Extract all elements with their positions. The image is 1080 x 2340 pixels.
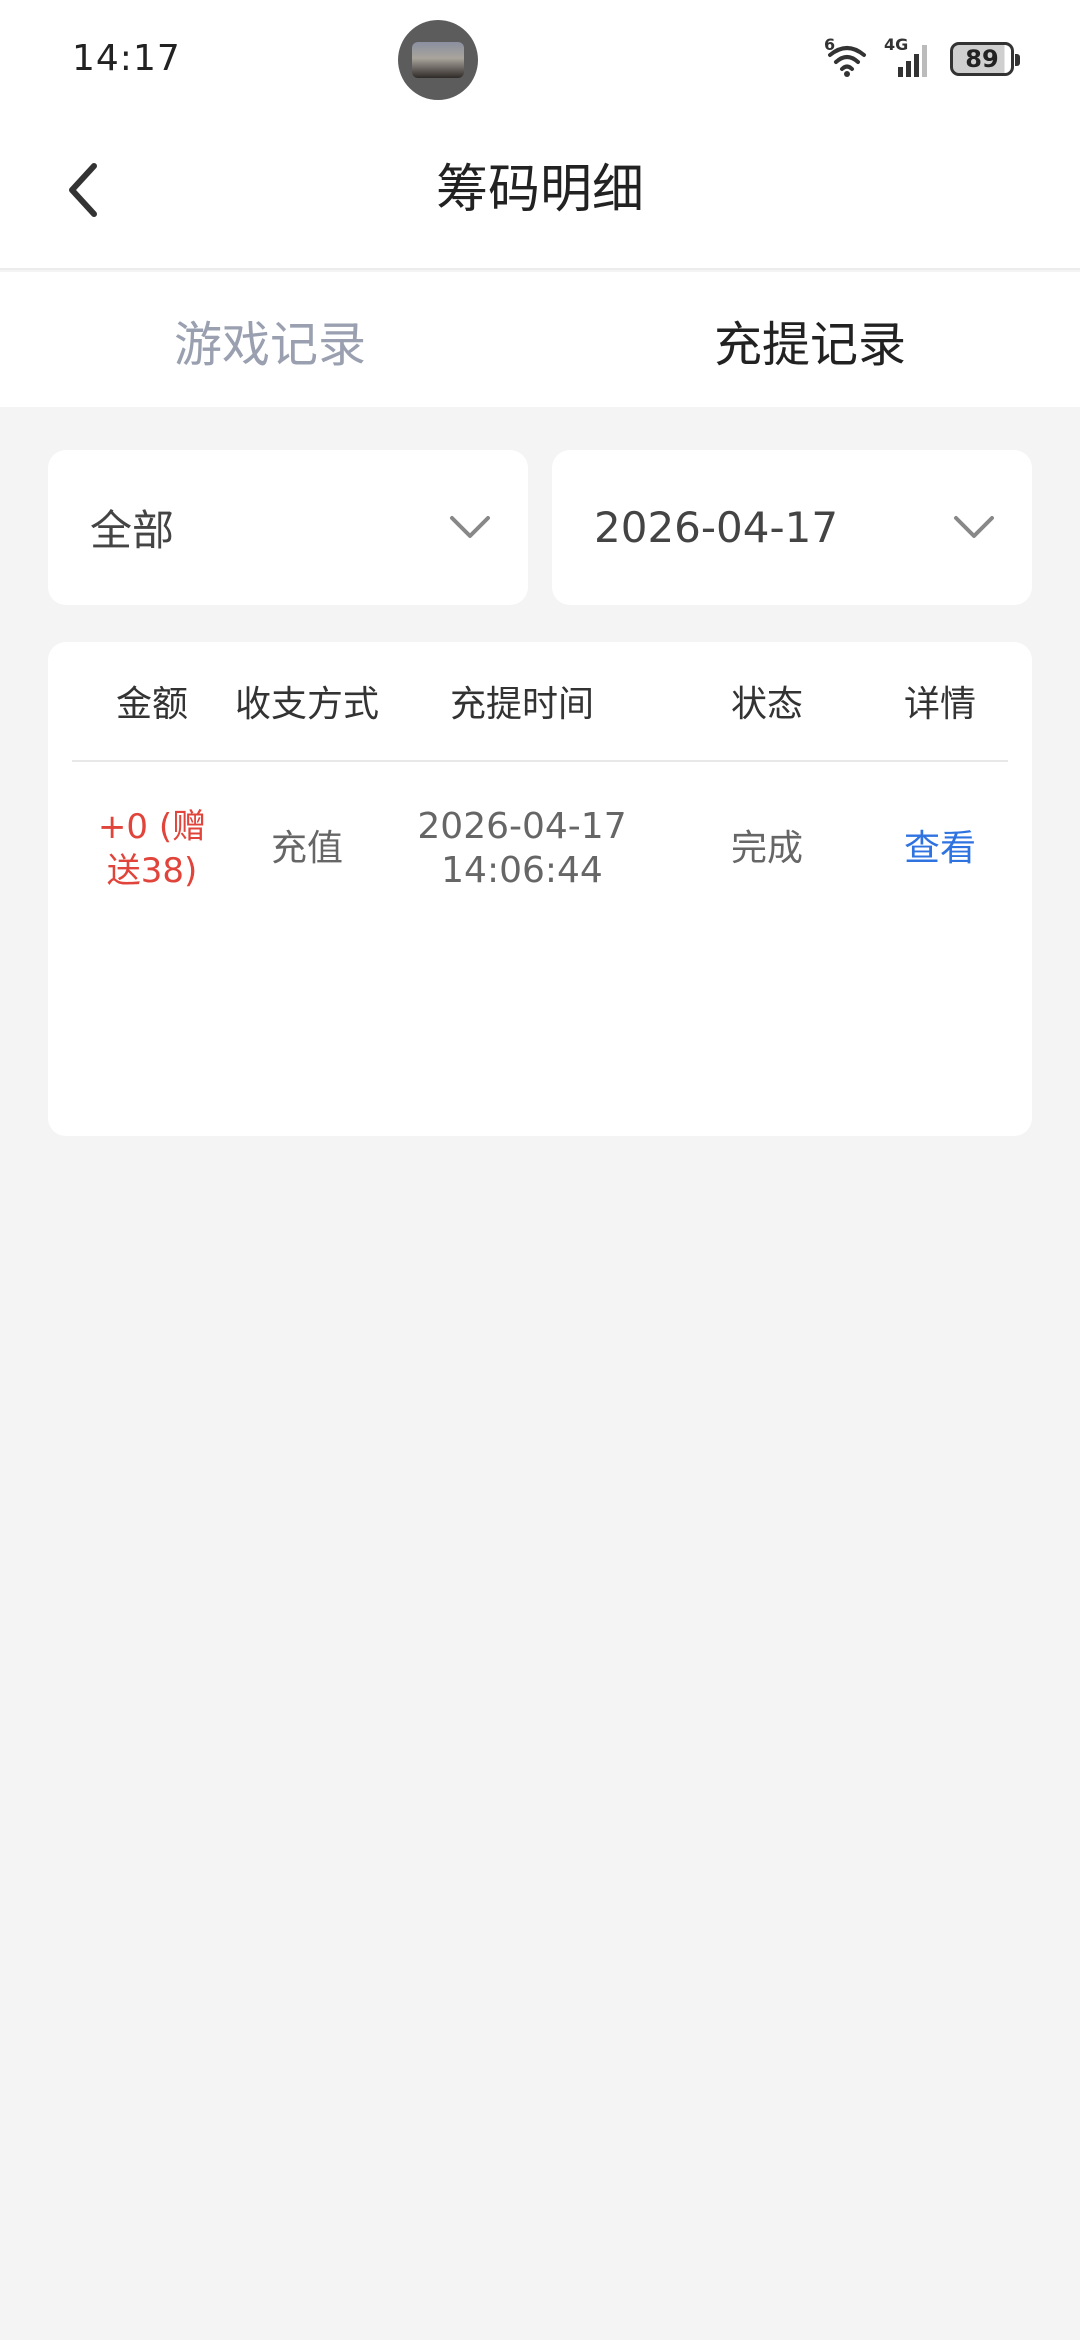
type-filter-value: 全部 <box>90 506 175 555</box>
status-time: 14:17 <box>72 38 181 79</box>
column-header-detail: 详情 <box>903 684 976 725</box>
status-bar: 14:17 6 4G 89 <box>0 0 1080 120</box>
view-detail-link[interactable]: 查看 <box>872 827 1008 871</box>
column-header-status: 状态 <box>730 684 803 725</box>
tab-game-records[interactable]: 游戏记录 <box>0 272 540 407</box>
row-amount-line1: +0 (赠 <box>97 807 207 847</box>
wifi-icon: 6 <box>824 35 870 79</box>
page-title: 筹码明细 <box>435 160 644 220</box>
type-filter-dropdown[interactable]: 全部 <box>48 450 528 605</box>
row-amount-line2: 送38) <box>106 851 198 891</box>
row-date: 2026-04-17 <box>417 806 627 847</box>
battery-icon: 89 <box>950 42 1020 76</box>
date-filter-dropdown[interactable]: 2026-04-17 <box>552 450 1032 605</box>
records-table: 金额 收支方式 充提时间 状态 详情 +0 (赠 送38) 充值 2026-04… <box>48 642 1032 1136</box>
chevron-down-icon <box>954 515 994 538</box>
row-amount: +0 (赠 送38) <box>72 805 232 893</box>
record-tabs: 游戏记录 充提记录 <box>0 272 1080 407</box>
status-icons: 6 4G 89 <box>824 34 1020 84</box>
floating-avatar[interactable] <box>398 20 478 100</box>
row-time: 2026-04-17 14:06:44 <box>382 805 662 893</box>
nav-bar: 筹码明细 <box>0 120 1080 270</box>
column-header-amount: 金额 <box>115 684 188 725</box>
avatar-photo <box>412 42 464 78</box>
column-header-time: 充提时间 <box>449 684 594 725</box>
table-row: +0 (赠 送38) 充值 2026-04-17 14:06:44 完成 查看 <box>72 764 1008 934</box>
row-status: 完成 <box>730 828 803 869</box>
table-header: 金额 收支方式 充提时间 状态 详情 <box>72 642 1008 762</box>
chevron-down-icon <box>450 515 490 538</box>
date-filter-value: 2026-04-17 <box>594 503 839 552</box>
network-type-label: 4G <box>884 35 909 54</box>
row-method: 充值 <box>270 828 343 869</box>
column-header-method: 收支方式 <box>234 684 379 725</box>
wifi-band-label: 6 <box>824 35 836 54</box>
row-clock: 14:06:44 <box>441 850 603 891</box>
signal-icon: 4G <box>884 35 936 79</box>
tab-deposit-withdraw-records[interactable]: 充提记录 <box>540 272 1080 407</box>
filter-row: 全部 2026-04-17 <box>48 450 1032 605</box>
